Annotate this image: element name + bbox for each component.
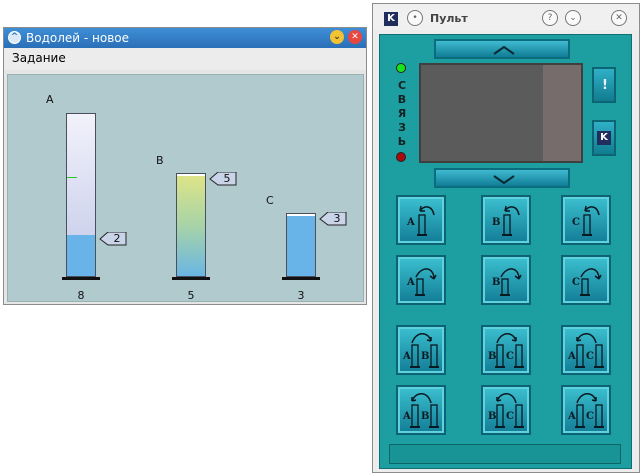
svg-text:B: B — [488, 411, 496, 422]
svg-text:C: C — [586, 411, 594, 422]
app-menu-icon[interactable]: ^ — [8, 31, 21, 44]
command-pour-left-a-b-button[interactable]: AB — [396, 385, 446, 435]
svg-text:B: B — [492, 217, 500, 228]
svg-text:A: A — [406, 277, 415, 288]
fill-icon: C — [572, 205, 600, 236]
pour-left-icon: AC — [567, 333, 604, 368]
command-pour-right-a-c-button[interactable]: AC — [561, 385, 611, 435]
command-fill-c-button[interactable]: C — [561, 195, 611, 245]
help-icon[interactable]: ? — [542, 10, 558, 26]
kumir-logo-icon: K — [384, 12, 398, 26]
command-pour-left-b-c-button[interactable]: BC — [481, 385, 531, 435]
vessel-c-label: C — [266, 194, 274, 207]
vodoley-window: ^ Водолей - новое ⌄ ✕ Задание A 2 8 B 5 … — [3, 27, 367, 305]
command-empty-c-button[interactable]: C — [561, 255, 611, 305]
minimize-icon[interactable]: ⌄ — [330, 30, 344, 44]
vessel-b[interactable] — [176, 173, 206, 277]
command-fill-a-button[interactable]: A — [396, 195, 446, 245]
svg-text:A: A — [402, 411, 411, 422]
window-menu-icon[interactable]: • — [407, 10, 423, 26]
empty-icon: C — [572, 268, 602, 296]
vessel-a-water — [67, 235, 95, 276]
svg-text:C: C — [572, 217, 580, 228]
vessel-b-label: B — [156, 154, 164, 167]
svg-text:A: A — [567, 351, 576, 362]
pult-window: K • Пульт ? ⌄ ✕ С В Я З Ь ! K A B C A B … — [372, 3, 640, 473]
vessel-c-amount: 3 — [333, 212, 341, 225]
pour-left-icon: BC — [488, 393, 524, 428]
command-empty-b-button[interactable]: B — [481, 255, 531, 305]
exclamation-button[interactable]: ! — [592, 67, 616, 103]
close-icon[interactable]: ✕ — [348, 30, 362, 44]
vessel-c-amount-pointer: 3 — [319, 212, 347, 226]
svg-text:B: B — [492, 277, 500, 288]
vessel-b-capacity: 5 — [187, 289, 195, 302]
empty-icon: A — [406, 268, 437, 296]
command-pour-right-b-c-button[interactable]: BC — [481, 325, 531, 375]
pour-right-icon: BC — [488, 333, 524, 368]
scroll-down-button[interactable] — [434, 168, 570, 188]
command-pour-left-a-c-button[interactable]: AC — [561, 325, 611, 375]
fill-icon: B — [492, 205, 520, 236]
svg-text:C: C — [572, 277, 580, 288]
svg-text:A: A — [402, 351, 411, 362]
vessel-a-capacity: 8 — [77, 289, 85, 302]
vessel-c-water — [287, 216, 315, 276]
k-button[interactable]: K — [592, 120, 616, 156]
remote-control-panel: С В Я З Ь ! K ABCABCABBCACABBCAC — [379, 34, 632, 469]
empty-icon: B — [492, 268, 522, 296]
svg-text:A: A — [406, 217, 415, 228]
svg-text:B: B — [421, 411, 429, 422]
collapse-icon[interactable]: ⌄ — [565, 10, 581, 26]
vessel-a[interactable] — [66, 113, 96, 277]
svg-text:A: A — [567, 411, 576, 422]
vessel-b-amount: 5 — [223, 172, 231, 185]
svg-text:B: B — [488, 351, 496, 362]
pult-title: Пульт — [430, 12, 468, 25]
connection-led-green — [396, 63, 406, 73]
svg-text:C: C — [506, 411, 514, 422]
window-title: Водолей - новое — [26, 31, 130, 45]
svg-text:C: C — [506, 351, 514, 362]
log-screen — [419, 63, 583, 163]
status-bar — [389, 444, 621, 464]
connection-led-red — [396, 152, 406, 162]
log-screen-scrollbar[interactable] — [543, 65, 581, 161]
fill-icon: A — [406, 205, 435, 236]
pour-right-icon: AB — [402, 333, 439, 368]
svg-text:B: B — [421, 351, 429, 362]
vessel-c-base — [282, 277, 320, 280]
chevron-up-icon — [493, 45, 515, 55]
command-pour-right-a-b-button[interactable]: AB — [396, 325, 446, 375]
command-fill-b-button[interactable]: B — [481, 195, 531, 245]
vessel-b-amount-pointer: 5 — [209, 172, 237, 186]
scroll-up-button[interactable] — [434, 39, 570, 59]
vessel-a-amount-pointer: 2 — [99, 232, 127, 246]
connection-label: С В Я З Ь — [397, 79, 407, 148]
title-bar: ^ Водолей - новое ⌄ ✕ — [4, 28, 366, 48]
vessel-b-water — [177, 176, 205, 276]
pour-left-icon: AB — [402, 393, 439, 428]
chevron-down-icon — [493, 175, 515, 185]
menu-task[interactable]: Задание — [12, 51, 66, 65]
vessel-c-capacity: 3 — [297, 289, 305, 302]
pour-right-icon: AC — [567, 393, 604, 428]
pult-title-bar: K • Пульт ? ⌄ ✕ — [373, 4, 639, 30]
vessel-b-base — [172, 277, 210, 280]
vessel-a-amount: 2 — [113, 232, 121, 245]
vessels-area: A 2 8 B 5 5 C 3 3 — [7, 74, 364, 302]
vessel-a-base — [62, 277, 100, 280]
vessel-a-label: A — [46, 93, 54, 106]
command-empty-a-button[interactable]: A — [396, 255, 446, 305]
close-icon[interactable]: ✕ — [611, 10, 627, 26]
vessel-a-mark — [67, 177, 77, 178]
svg-text:C: C — [586, 351, 594, 362]
vessel-c[interactable] — [286, 213, 316, 277]
menu-bar: Задание — [4, 48, 366, 70]
